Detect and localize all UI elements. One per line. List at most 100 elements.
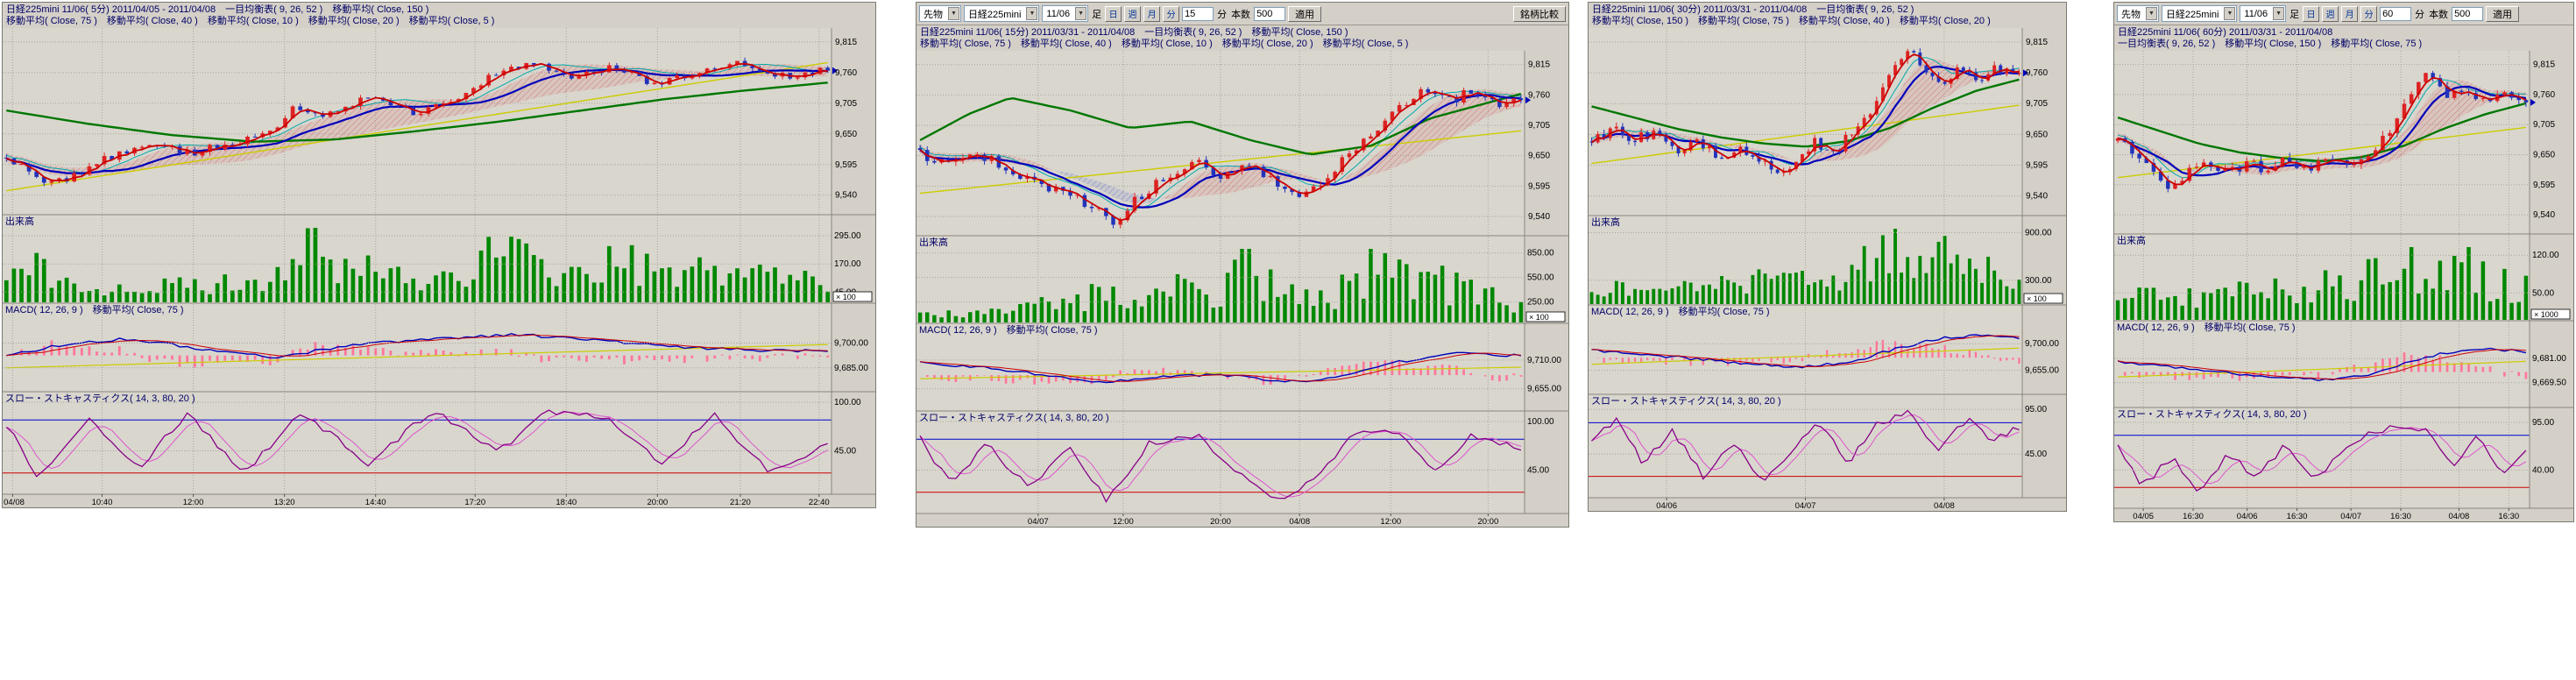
time-tick-label: 04/06: [2237, 512, 2258, 521]
chart-svg: 900.00300.00出来高× 1009,700.009,655.00MACD…: [1589, 28, 2066, 511]
chevron-down-icon: ▼: [2146, 7, 2157, 20]
monthly-bars-button[interactable]: 月: [1143, 6, 1160, 22]
volume-scale-badge: × 100: [836, 293, 856, 301]
chevron-down-icon: ▼: [1075, 7, 1086, 20]
time-tick-label: 04/08: [1934, 501, 1955, 511]
macd-section-label: MACD( 12, 26, 9 ) 移動平均( Close, 75 ): [2117, 321, 2296, 333]
volume-section-label: 出来高: [2117, 234, 2146, 246]
price-tick-label: 9,595: [2026, 161, 2048, 171]
price-tick-label: 9,595: [835, 160, 857, 170]
minutes-unit-label: 分: [1217, 7, 1227, 21]
plot-background: [3, 28, 832, 494]
minutes-unit-label: 分: [2415, 7, 2424, 21]
contract-month-value: 11/06: [2244, 9, 2268, 19]
chart-title: 日経225mini 11/06( 15分) 2011/03/31 - 2011/…: [916, 25, 1568, 51]
bar-count-label: 本数: [1231, 7, 1250, 21]
time-tick-label: 20:00: [1210, 517, 1231, 527]
chart-toolbar: 先物 ▼ 日経225mini ▼ 11/06 ▼ 足 日 週 月 分 分 本数 …: [2114, 3, 2573, 25]
stoch-section-label: スロー・ストキャスティクス( 14, 3, 80, 20 ): [1591, 395, 1781, 407]
bar-count-label: 本数: [2429, 7, 2448, 21]
instrument-type-select[interactable]: 先物 ▼: [2117, 5, 2159, 22]
price-tick-label: 9,650: [835, 130, 857, 139]
chart-title: 日経225mini 11/06( 60分) 2011/03/31 - 2011/…: [2114, 25, 2573, 51]
symbol-select[interactable]: 日経225mini ▼: [2162, 5, 2237, 22]
volume-tick-label: 300.00: [2025, 276, 2052, 286]
daily-bars-button[interactable]: 日: [2303, 6, 2319, 22]
chart-canvas[interactable]: 850.00550.00250.00出来高× 1009,710.009,655.…: [916, 51, 1568, 527]
stoch-section-label: スロー・ストキャスティクス( 14, 3, 80, 20 ): [919, 412, 1109, 423]
minutes-input[interactable]: [1182, 7, 1214, 21]
contract-month-value: 11/06: [1046, 9, 1070, 19]
instrument-type-value: 先物: [2121, 7, 2141, 21]
volume-section-label: 出来高: [1591, 216, 1620, 228]
volume-tick-label: 550.00: [1527, 273, 1554, 283]
volume-tick-label: 120.00: [2532, 251, 2559, 260]
time-tick-label: 10:40: [92, 498, 113, 507]
volume-tick-label: 50.00: [2532, 288, 2554, 298]
apply-button[interactable]: 適用: [2486, 6, 2519, 22]
macd-tick-label: 9,655.00: [2025, 365, 2059, 375]
bar-count-input[interactable]: [1254, 7, 1285, 21]
stoch-section-label: スロー・ストキャスティクス( 14, 3, 80, 20 ): [5, 393, 195, 404]
chart-window-60min: 先物 ▼ 日経225mini ▼ 11/06 ▼ 足 日 週 月 分 分 本数 …: [2113, 2, 2574, 522]
macd-tick-label: 9,710.00: [1527, 356, 1561, 365]
chart-title-line2: 一目均衡表( 9, 26, 52 ) 移動平均( Close, 150 ) 移動…: [2118, 39, 2570, 50]
contract-month-select[interactable]: 11/06 ▼: [1042, 5, 1088, 22]
chart-title: 日経225mini 11/06( 5分) 2011/04/05 - 2011/0…: [3, 3, 875, 28]
minutes-input[interactable]: [2380, 7, 2411, 21]
stoch-tick-label: 45.00: [1527, 466, 1549, 476]
symbol-value: 日経225mini: [968, 7, 1022, 21]
daily-bars-button[interactable]: 日: [1105, 6, 1122, 22]
chart-title-line1: 日経225mini 11/06( 60分) 2011/03/31 - 2011/…: [2118, 27, 2570, 39]
chart-svg: 295.00170.0045.00出来高× 1009,700.009,685.0…: [3, 28, 875, 507]
stoch-tick-label: 40.00: [2532, 465, 2554, 475]
instrument-type-select[interactable]: 先物 ▼: [919, 5, 961, 22]
stoch-tick-label: 100.00: [834, 398, 861, 407]
time-tick-label: 16:30: [2390, 512, 2411, 521]
volume-tick-label: 295.00: [834, 231, 861, 241]
volume-scale-badge: × 1000: [2534, 310, 2558, 319]
weekly-bars-button[interactable]: 週: [2322, 6, 2339, 22]
minute-bars-button[interactable]: 分: [2360, 6, 2377, 22]
weekly-bars-button[interactable]: 週: [1124, 6, 1141, 22]
chart-window-15min: 先物 ▼ 日経225mini ▼ 11/06 ▼ 足 日 週 月 分 分 本数 …: [916, 2, 1569, 528]
chart-toolbar: 先物 ▼ 日経225mini ▼ 11/06 ▼ 足 日 週 月 分 分 本数 …: [916, 3, 1568, 25]
chart-canvas[interactable]: 900.00300.00出来高× 1009,700.009,655.00MACD…: [1589, 28, 2066, 511]
bar-count-input[interactable]: [2452, 7, 2483, 21]
macd-tick-label: 9,669.50: [2532, 379, 2566, 388]
bar-type-label: 足: [1092, 7, 1101, 21]
time-tick-label: 04/08: [1289, 517, 1310, 527]
macd-tick-label: 9,655.00: [1527, 385, 1561, 394]
price-tick-label: 9,650: [2533, 151, 2555, 160]
chart-canvas[interactable]: 120.0050.00出来高× 10009,681.009,669.50MACD…: [2114, 51, 2573, 521]
time-tick-label: 12:00: [1113, 517, 1134, 527]
volume-section-label: 出来高: [919, 236, 948, 248]
time-tick-label: 04/07: [1795, 501, 1816, 511]
apply-button[interactable]: 適用: [1288, 6, 1321, 22]
stoch-tick-label: 95.00: [2025, 405, 2047, 414]
chart-title-line1: 日経225mini 11/06( 15分) 2011/03/31 - 2011/…: [920, 27, 1565, 39]
time-tick-label: 12:00: [183, 498, 204, 507]
price-tick-label: 9,540: [2026, 192, 2048, 202]
chart-title-line2: 移動平均( Close, 75 ) 移動平均( Close, 40 ) 移動平均…: [6, 16, 872, 27]
price-tick-label: 9,650: [2026, 130, 2048, 139]
volume-tick-label: 900.00: [2025, 229, 2052, 238]
time-tick-label: 04/07: [1028, 517, 1049, 527]
contract-month-select[interactable]: 11/06 ▼: [2240, 5, 2286, 22]
price-tick-label: 9,540: [835, 191, 857, 201]
chart-canvas[interactable]: 295.00170.0045.00出来高× 1009,700.009,685.0…: [3, 28, 875, 507]
time-tick-label: 04/06: [1656, 501, 1677, 511]
time-tick-label: 22:40: [809, 498, 830, 507]
time-tick-label: 16:30: [2183, 512, 2204, 521]
symbol-select[interactable]: 日経225mini ▼: [964, 5, 1039, 22]
chevron-down-icon: ▼: [1026, 7, 1037, 20]
minute-bars-button[interactable]: 分: [1163, 6, 1179, 22]
time-tick-label: 16:30: [2498, 512, 2519, 521]
macd-section-label: MACD( 12, 26, 9 ) 移動平均( Close, 75 ): [5, 303, 184, 315]
compare-symbols-button[interactable]: 銘柄比較: [1513, 6, 1566, 22]
monthly-bars-button[interactable]: 月: [2341, 6, 2358, 22]
macd-tick-label: 9,685.00: [834, 364, 868, 373]
time-tick-label: 04/05: [2133, 512, 2154, 521]
price-tick-label: 9,815: [2026, 38, 2048, 47]
price-tick-label: 9,595: [1528, 181, 1550, 191]
